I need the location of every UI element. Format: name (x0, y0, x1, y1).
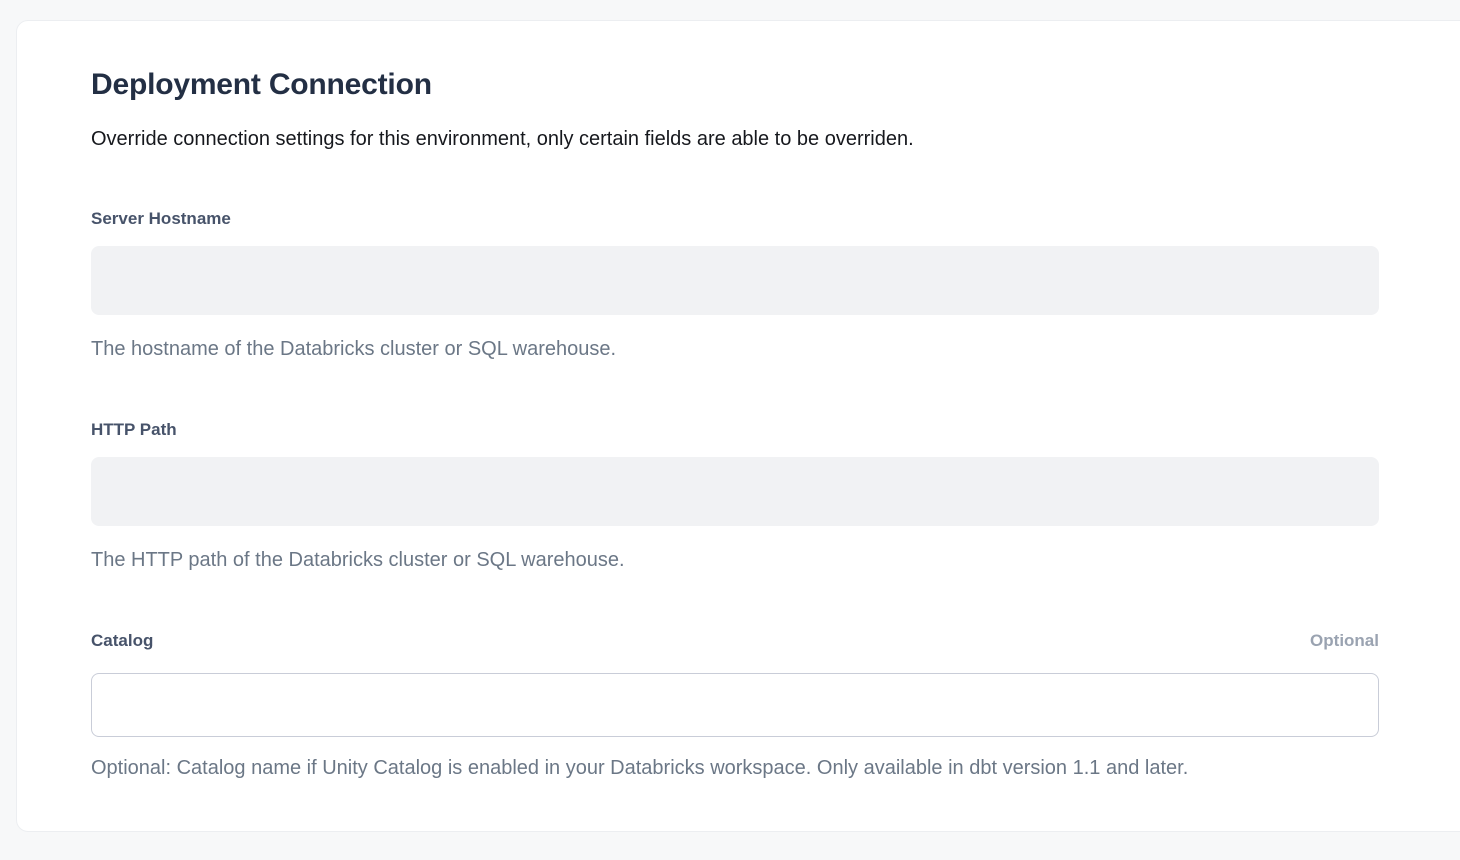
catalog-input[interactable] (91, 673, 1379, 737)
card-content: Deployment Connection Override connectio… (91, 66, 1379, 781)
catalog-helper: Optional: Catalog name if Unity Catalog … (91, 755, 1379, 781)
catalog-label: Catalog (91, 630, 153, 652)
page-subtitle: Override connection settings for this en… (91, 126, 1379, 152)
server-hostname-label-row: Server Hostname (91, 208, 1379, 230)
field-server-hostname: Server Hostname The hostname of the Data… (91, 208, 1379, 362)
page-title: Deployment Connection (91, 66, 1379, 104)
http-path-label-row: HTTP Path (91, 419, 1379, 441)
catalog-label-row: Catalog Optional (91, 630, 1379, 652)
http-path-helper: The HTTP path of the Databricks cluster … (91, 547, 1379, 573)
http-path-label: HTTP Path (91, 419, 177, 441)
server-hostname-label: Server Hostname (91, 208, 231, 230)
field-catalog: Catalog Optional Optional: Catalog name … (91, 630, 1379, 781)
http-path-input (91, 457, 1379, 526)
deployment-connection-card: Deployment Connection Override connectio… (16, 20, 1460, 832)
server-hostname-input (91, 246, 1379, 315)
catalog-optional-badge: Optional (1310, 630, 1379, 652)
server-hostname-helper: The hostname of the Databricks cluster o… (91, 336, 1379, 362)
field-http-path: HTTP Path The HTTP path of the Databrick… (91, 419, 1379, 573)
page-background: Deployment Connection Override connectio… (0, 0, 1460, 860)
